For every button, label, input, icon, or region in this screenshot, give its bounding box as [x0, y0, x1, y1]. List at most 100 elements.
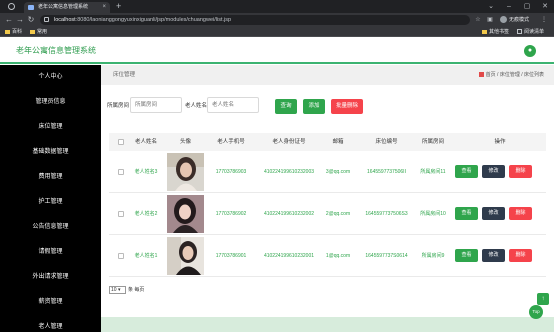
more-menu-icon[interactable]: ⋮ [540, 15, 548, 25]
maximize-button[interactable]: ▢ [518, 0, 536, 13]
sidebar-item-leave[interactable]: 请假管理 [0, 240, 101, 265]
scroll-up-button[interactable]: ↑ [537, 293, 549, 305]
bookmark-item[interactable]: 百科 [5, 27, 22, 37]
user-avatar-icon[interactable]: ● [524, 45, 536, 57]
sidebar-item-announcements[interactable]: 公告信息管理 [0, 215, 101, 240]
sidebar-item-elderly[interactable]: 老人管理 [0, 315, 101, 332]
elder-phone: 17703786903 [215, 169, 247, 175]
breadcrumb-trail: 首页 / 床位管理 / 床位列表 [478, 65, 544, 85]
query-button[interactable]: 查询 [275, 99, 297, 114]
folder-icon [5, 29, 10, 34]
folder-icon [30, 29, 35, 34]
batch-delete-button[interactable]: 批量删除 [331, 99, 363, 114]
home-icon [478, 72, 484, 78]
column-header: 头像 [179, 139, 191, 145]
sidebar-item-basic-data[interactable]: 基础数据管理 [0, 140, 101, 165]
browser-menu-icon[interactable] [8, 3, 15, 10]
elder-email: 2@qq.com [325, 211, 351, 217]
tab-close-icon[interactable]: × [102, 2, 106, 13]
sidebar-item-admin-info[interactable]: 管理员信息 [0, 90, 101, 115]
room-name: 所属房间9 [421, 253, 445, 259]
bookmark-label: 阅读清单 [524, 29, 545, 35]
add-button[interactable]: 添加 [303, 99, 325, 114]
bookmark-item[interactable]: 其他书签 [482, 27, 509, 37]
star-icon[interactable]: ☆ [474, 15, 482, 25]
room-label: 所属房间 [107, 103, 130, 109]
elder-name: 老人姓名2 [134, 211, 158, 217]
elder-idcard: 410224199610232003 [263, 169, 315, 175]
column-header: 床位编号 [375, 139, 398, 145]
browser-toolbar: ← → ↻ localhost:8080/laonianggongyuxinxi… [0, 13, 554, 27]
sidebar-item-personal-center[interactable]: 个人中心 [0, 65, 101, 90]
back-to-top-button[interactable]: Top [529, 305, 543, 319]
bookmark-item[interactable]: 阅读清单 [517, 27, 544, 37]
back-button[interactable]: ← [4, 13, 14, 27]
elder-email: 3@qq.com [325, 169, 351, 175]
url-host: localhost [54, 17, 76, 23]
edit-button[interactable]: 修改 [482, 165, 505, 178]
elder-name-label: 老人姓名 [185, 103, 208, 109]
bookmark-item[interactable]: 常用 [30, 27, 47, 37]
row-checkbox[interactable] [118, 211, 124, 217]
room-search-input[interactable] [130, 97, 182, 113]
bookmarks-bar: 百科 常用 其他书签 阅读清单 [0, 27, 554, 37]
sidebar-item-fees[interactable]: 费用管理 [0, 165, 101, 190]
chevron-down-icon[interactable]: ⌄ [482, 0, 500, 13]
elder-email: 1@qq.com [325, 253, 351, 259]
view-button[interactable]: 查看 [455, 207, 478, 220]
page-size-value: 10 [111, 287, 117, 293]
browser-titlebar: 老年公寓信息管理系统 × + ⌄ – ▢ ✕ [0, 0, 554, 13]
bookmark-label: 其他书签 [489, 29, 510, 35]
table-row: 老人姓名2 17703786902 410224199610232002 2@q… [109, 193, 546, 235]
bookmark-label: 常用 [37, 29, 48, 35]
column-header: 老人手机号 [217, 139, 245, 145]
footer-strip [101, 317, 554, 332]
browser-tab[interactable]: 老年公寓信息管理系统 × [24, 2, 110, 13]
column-header: 操作 [494, 139, 506, 145]
table-row: 老人姓名1 17703786901 410224199610232001 1@q… [109, 235, 546, 277]
breadcrumb: 床位管理 首页 / 床位管理 / 床位列表 [101, 65, 554, 85]
elder-name: 老人姓名1 [134, 253, 158, 259]
elder-name-search-input[interactable] [207, 97, 259, 113]
view-button[interactable]: 查看 [455, 249, 478, 262]
row-checkbox[interactable] [118, 253, 124, 259]
sidebar-item-caregivers[interactable]: 护工管理 [0, 190, 101, 215]
select-all-checkbox[interactable] [118, 139, 124, 145]
column-header: 邮箱 [332, 139, 344, 145]
tab-favicon-icon [28, 5, 34, 10]
sidebar-item-salary[interactable]: 薪资管理 [0, 290, 101, 315]
incognito-label: 无痕模式 [509, 17, 530, 23]
elder-name: 老人姓名3 [134, 169, 158, 175]
incognito-indicator[interactable]: 无痕模式 [500, 16, 529, 24]
column-header: 老人身份证号 [272, 139, 306, 145]
incognito-icon [500, 16, 507, 24]
tab-title: 老年公寓信息管理系统 [38, 4, 89, 10]
url-path: :8080/laonianggongyuxinxiguanli/jsp/modu… [75, 17, 232, 23]
sidebar-item-outing-requests[interactable]: 外出请求管理 [0, 265, 101, 290]
table-row: 老人姓名3 17703786903 410224199610232003 3@q… [109, 151, 546, 193]
elder-phone: 17703786902 [215, 211, 247, 217]
reading-list-icon [517, 29, 522, 35]
bed-number: 1645597737506II [367, 169, 406, 175]
reload-button[interactable]: ↻ [26, 13, 36, 27]
sidebar-item-bed-management[interactable]: 床位管理 [0, 115, 101, 140]
edit-button[interactable]: 修改 [482, 249, 505, 262]
minimize-button[interactable]: – [500, 0, 518, 13]
elder-idcard: 410224199610232002 [263, 211, 315, 217]
breadcrumb-text[interactable]: 首页 / 床位管理 / 床位列表 [486, 72, 544, 78]
address-bar[interactable]: localhost:8080/laonianggongyuxinxiguanli… [40, 15, 470, 25]
edit-button[interactable]: 修改 [482, 207, 505, 220]
page-size-select[interactable]: 10 ▾ [109, 286, 126, 294]
window-close-button[interactable]: ✕ [536, 0, 554, 13]
delete-button[interactable]: 删除 [509, 165, 532, 178]
view-button[interactable]: 查看 [455, 165, 478, 178]
forward-button[interactable]: → [15, 13, 25, 27]
row-checkbox[interactable] [118, 169, 124, 175]
new-tab-button[interactable]: + [116, 1, 121, 12]
app-title: 老年公寓信息管理系统 [16, 46, 96, 55]
pagination: 10 ▾ 条 每页 [109, 286, 144, 294]
delete-button[interactable]: 删除 [509, 249, 532, 262]
bed-number: 1645597737506S3 [365, 211, 408, 217]
extensions-icon[interactable]: ▣ [486, 15, 494, 25]
delete-button[interactable]: 删除 [509, 207, 532, 220]
